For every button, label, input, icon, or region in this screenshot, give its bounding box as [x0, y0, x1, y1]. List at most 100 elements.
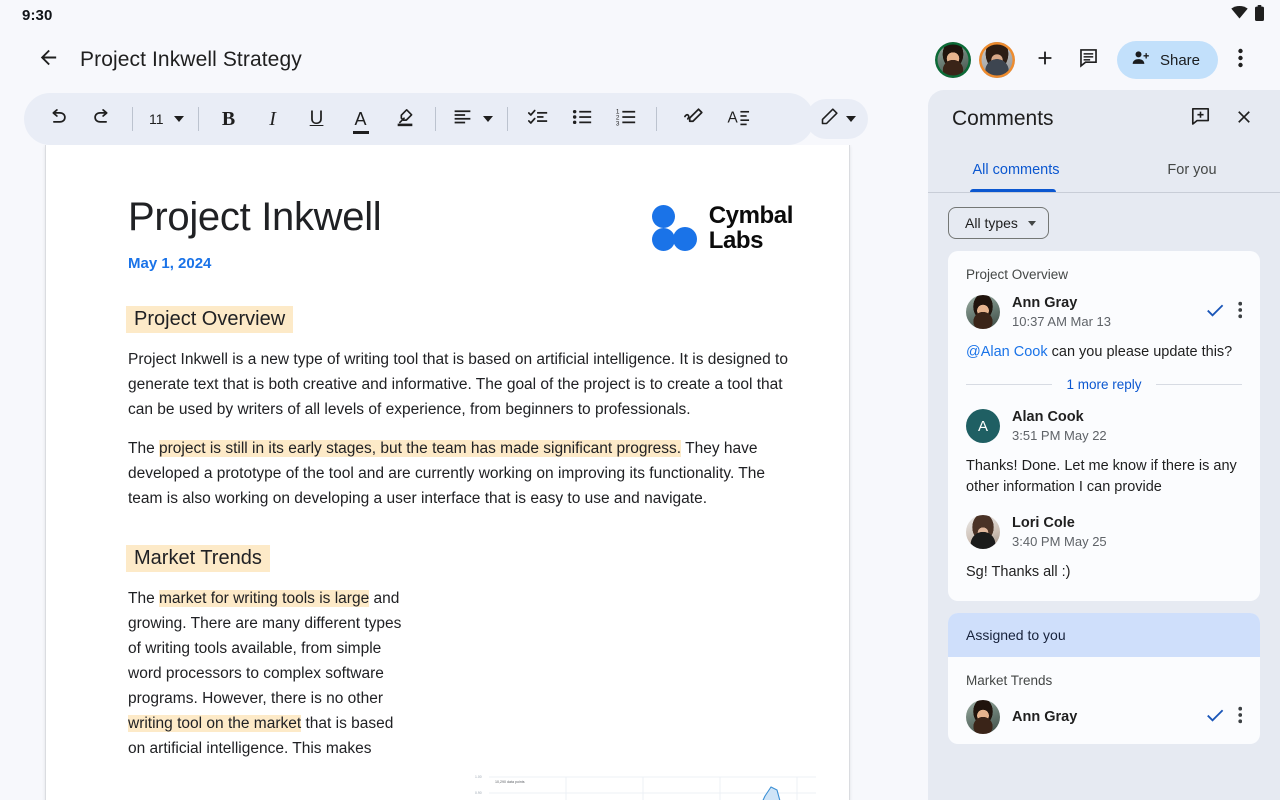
- bold-button[interactable]: B: [207, 97, 251, 141]
- share-button[interactable]: Share: [1116, 41, 1218, 79]
- app-bar-actions: Share: [934, 30, 1262, 90]
- reply-timestamp: 3:51 PM May 22: [1012, 428, 1107, 443]
- toolbar-divider: [506, 107, 508, 131]
- document-scroll-area[interactable]: Cymbal Labs Project Inkwell May 1, 2024 …: [0, 145, 898, 800]
- doc-date: May 1, 2024: [128, 255, 212, 272]
- reply-timestamp: 3:40 PM May 25: [1012, 534, 1107, 549]
- chevron-down-icon: [173, 116, 184, 122]
- text-color-icon: A: [352, 109, 369, 134]
- avatar-collaborator-1[interactable]: [934, 42, 971, 78]
- reply-body: Sg! Thanks all :): [966, 564, 1071, 580]
- document-title[interactable]: Project Inkwell Strategy: [80, 48, 302, 72]
- avatar-collaborator-2[interactable]: [978, 42, 1015, 78]
- text-format-icon: A: [727, 105, 750, 133]
- comment-body: @Alan Cook can you please update this?: [966, 342, 1242, 363]
- undo-button[interactable]: [36, 97, 80, 141]
- more-vert-icon: [1237, 48, 1243, 73]
- comment-thread-card[interactable]: Project Overview Ann Gray 10:37 AM Mar 1…: [948, 251, 1260, 601]
- logo-circles-icon: [651, 205, 697, 251]
- comments-toggle-button[interactable]: [1067, 38, 1111, 82]
- para-before: The: [128, 590, 160, 607]
- more-replies-label[interactable]: 1 more reply: [1066, 377, 1141, 392]
- section-columns: The market for writing tools is large an…: [128, 586, 793, 761]
- section-heading: Market Trends: [126, 545, 270, 572]
- pen-mode-selector[interactable]: [806, 99, 868, 139]
- underline-button[interactable]: U: [295, 97, 339, 141]
- text-color-button[interactable]: A: [339, 97, 383, 141]
- font-size-value: 11: [149, 111, 164, 127]
- comment-reply: A Alan Cook 3:51 PM May 22 Thanks! Done.…: [966, 408, 1242, 498]
- para-mid: and growing. There are many different ty…: [128, 590, 402, 707]
- reply-author-name: Alan Cook: [1012, 409, 1084, 425]
- comment-body-rest: can you please update this?: [1047, 344, 1233, 360]
- add-person-icon: [1034, 47, 1056, 74]
- italic-button[interactable]: I: [251, 97, 295, 141]
- ink-annotation-button[interactable]: [673, 97, 717, 141]
- filter-row: All types: [928, 193, 1280, 251]
- para-before: The: [128, 440, 160, 457]
- toolbar-divider: [434, 107, 436, 131]
- checklist-icon: [527, 106, 549, 133]
- text-format-button[interactable]: A: [717, 97, 761, 141]
- add-comment-button[interactable]: [1178, 97, 1222, 141]
- wifi-icon: [1231, 6, 1248, 24]
- comment-meta: Ann Gray 10:37 AM Mar 13: [1012, 294, 1204, 330]
- tab-all-comments[interactable]: All comments: [928, 148, 1104, 192]
- highlighted-text: market for writing tools is large: [159, 590, 370, 607]
- chart-annotation: 10,290 data points: [495, 780, 525, 784]
- toolbar-divider: [197, 107, 199, 131]
- numbered-list-button[interactable]: 1 2 3: [604, 97, 648, 141]
- document-body: Cymbal Labs Project Inkwell May 1, 2024 …: [46, 145, 849, 761]
- redo-icon: [91, 106, 113, 133]
- avatar-initial: A: [966, 409, 1000, 443]
- bulleted-list-button[interactable]: [560, 97, 604, 141]
- back-button[interactable]: [28, 40, 68, 80]
- app-root: 9:30 Project Inkwell Strategy Share 11 B…: [0, 0, 1280, 800]
- more-replies-row[interactable]: 1 more reply: [966, 377, 1242, 392]
- comment-timestamp: 10:37 AM Mar 13: [1012, 314, 1111, 329]
- comment-author-name: Ann Gray: [1012, 295, 1078, 311]
- close-comments-button[interactable]: [1222, 97, 1266, 141]
- toolbar-divider: [132, 107, 133, 131]
- assigned-comment-card[interactable]: Assigned to you Market Trends Ann Gray: [948, 613, 1260, 744]
- arrow-back-icon: [37, 46, 60, 74]
- highlight-button[interactable]: [383, 97, 427, 141]
- overflow-menu-button[interactable]: [1218, 38, 1262, 82]
- ink-annotation-icon: [683, 105, 706, 133]
- status-icons: [1231, 4, 1264, 26]
- pen-icon: [819, 106, 840, 132]
- checklist-button[interactable]: [516, 97, 560, 141]
- chevron-down-icon: [482, 116, 493, 122]
- font-size-selector[interactable]: 11: [141, 99, 190, 139]
- reply-author-name: Lori Cole: [1012, 515, 1075, 531]
- filter-label: All types: [965, 215, 1018, 231]
- add-person-button[interactable]: [1023, 38, 1067, 82]
- person-add-icon: [1131, 48, 1151, 73]
- comments-panel-title: Comments: [952, 107, 1054, 130]
- align-left-icon: [452, 106, 473, 132]
- resolve-comment-button[interactable]: [1204, 299, 1226, 326]
- numbered-list-icon: 1 2 3: [615, 106, 637, 133]
- assigned-section-header: Assigned to you: [948, 613, 1260, 657]
- resolve-comment-button[interactable]: [1204, 704, 1226, 731]
- comment-mention[interactable]: @Alan Cook: [966, 344, 1048, 360]
- comment-overflow-button[interactable]: [1237, 301, 1243, 324]
- reply-author-row: A Alan Cook 3:51 PM May 22: [966, 408, 1242, 444]
- comments-panel-header: Comments: [928, 90, 1280, 148]
- tab-for-you[interactable]: For you: [1104, 148, 1280, 192]
- embedded-chart[interactable]: 1.000.900.80 0.700.600.50 0.400.300.20 0…: [471, 772, 816, 800]
- comment-reply: Lori Cole 3:40 PM May 25 Sg! Thanks all …: [966, 514, 1242, 583]
- svg-text:0.90: 0.90: [475, 791, 482, 795]
- alignment-selector[interactable]: [444, 99, 499, 139]
- redo-button[interactable]: [80, 97, 124, 141]
- logo-line-2: Labs: [708, 227, 764, 254]
- cymbal-labs-logo: Cymbal Labs: [651, 203, 793, 254]
- comment-meta: Ann Gray: [1012, 708, 1204, 726]
- chevron-down-icon: [1027, 220, 1036, 226]
- comment-overflow-button[interactable]: [1237, 706, 1243, 729]
- chevron-down-icon: [845, 116, 856, 122]
- reply-body: Thanks! Done. Let me know if there is an…: [966, 458, 1237, 495]
- comment-type-filter[interactable]: All types: [948, 207, 1049, 239]
- document-page: Cymbal Labs Project Inkwell May 1, 2024 …: [45, 145, 850, 800]
- reply-meta: Lori Cole 3:40 PM May 25: [1012, 514, 1242, 550]
